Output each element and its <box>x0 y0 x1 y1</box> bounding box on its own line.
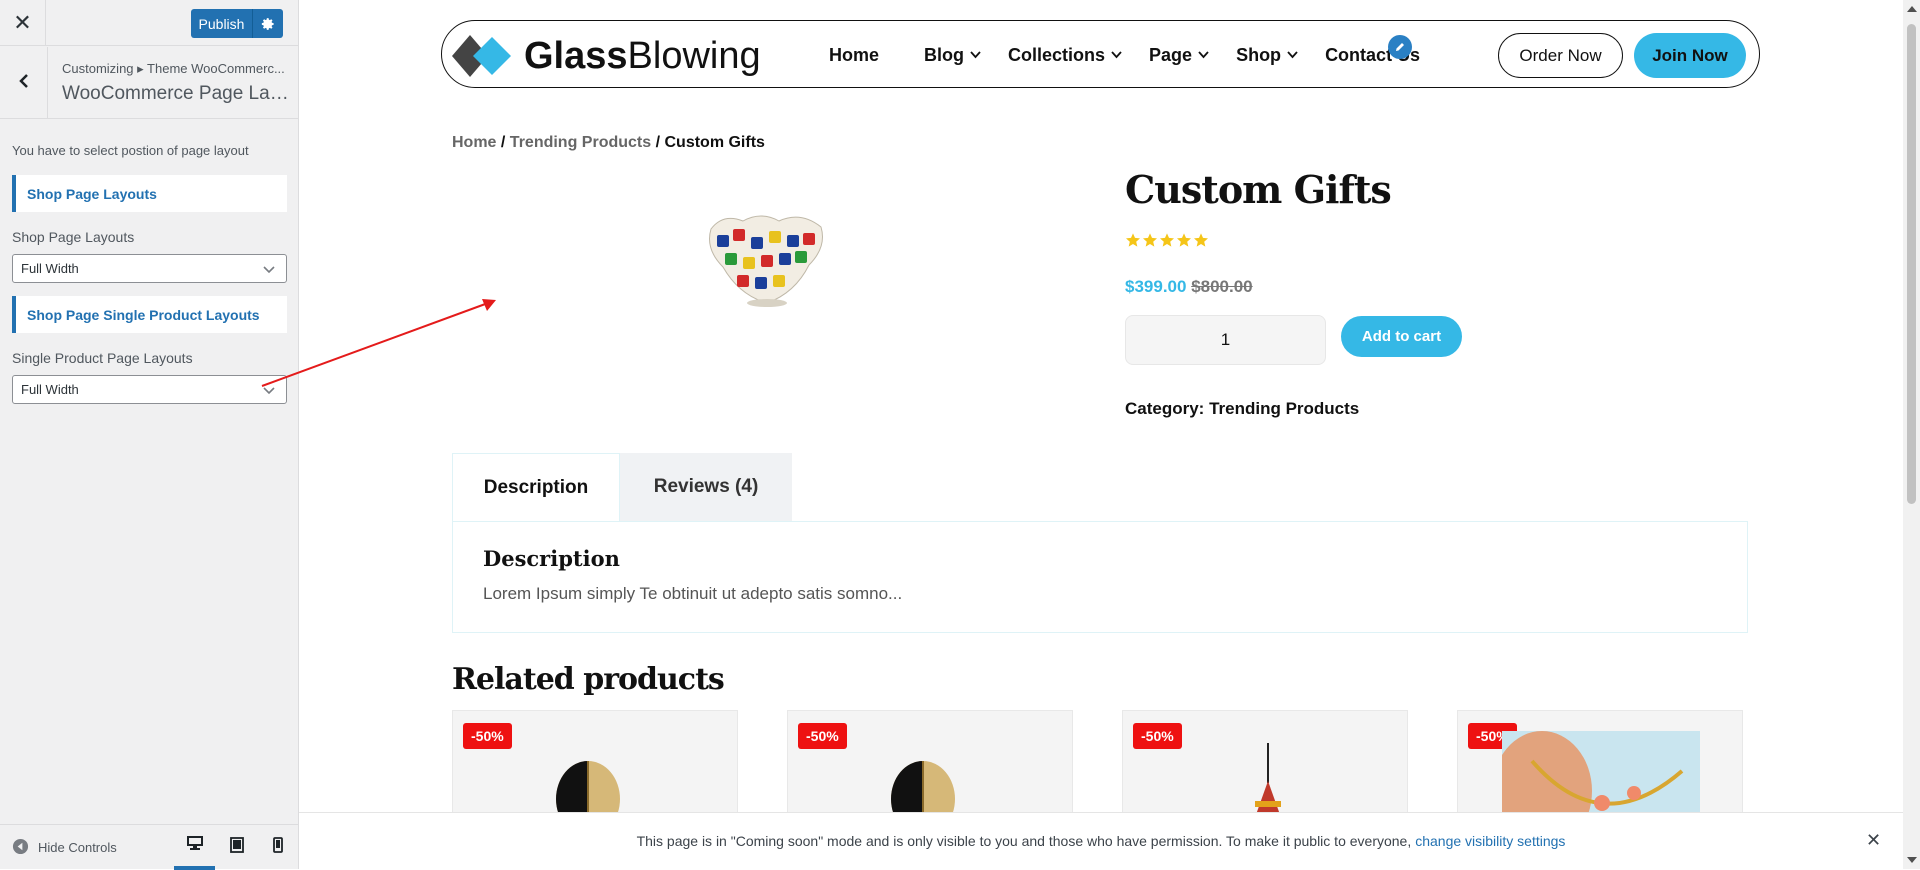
notice-text: This page is in "Coming soon" mode and i… <box>636 833 1412 849</box>
chevron-down-icon <box>1287 51 1298 59</box>
single-layout-value: Full Width <box>21 382 79 397</box>
site-header: GlassBlowing Home Blog Collections Page … <box>441 20 1760 88</box>
tablet-preview-button[interactable] <box>216 825 257 870</box>
shop-layouts-label: Shop Page Layouts <box>12 229 135 245</box>
sale-badge: -50% <box>1133 723 1182 749</box>
star-icon <box>1177 233 1191 247</box>
site-preview: GlassBlowing Home Blog Collections Page … <box>299 0 1920 869</box>
shop-layout-value: Full Width <box>21 261 79 276</box>
chevron-down-icon <box>262 383 276 400</box>
related-products-title: Related products <box>452 662 725 697</box>
single-layouts-label: Single Product Page Layouts <box>12 350 193 366</box>
customizer-header: ✕ Publish <box>0 0 298 46</box>
sale-badge: -50% <box>463 723 512 749</box>
publish-label[interactable]: Publish <box>191 9 253 38</box>
scroll-down-icon[interactable] <box>1907 857 1917 863</box>
tablet-icon <box>229 837 244 858</box>
hide-controls-button[interactable]: Hide Controls <box>12 825 117 870</box>
close-icon[interactable]: ✕ <box>1866 830 1881 851</box>
nav-home[interactable]: Home <box>829 45 879 66</box>
single-layouts-heading: Shop Page Single Product Layouts <box>12 296 287 333</box>
customizer-breadcrumb: Customizing ▸ Theme WooCommerc... <box>62 61 285 76</box>
add-to-cart-button[interactable]: Add to cart <box>1341 316 1462 357</box>
description-text: Lorem Ipsum simply Te obtinuit ut adepto… <box>483 584 903 603</box>
pencil-icon <box>1396 43 1404 51</box>
close-customizer-button[interactable]: ✕ <box>0 0 46 46</box>
single-layout-select[interactable]: Full Width <box>12 375 287 404</box>
sale-price: $399.00 <box>1125 277 1187 296</box>
site-logo[interactable]: GlassBlowing <box>452 33 761 79</box>
nav-page[interactable]: Page <box>1149 45 1209 66</box>
star-rating[interactable] <box>1125 232 1209 248</box>
product-category[interactable]: Category: Trending Products <box>1125 399 1359 419</box>
desktop-icon <box>186 835 204 856</box>
chevron-left-icon <box>18 73 30 94</box>
section-header: Customizing ▸ Theme WooCommerc... WooCom… <box>0 47 298 119</box>
sale-badge: -50% <box>798 723 847 749</box>
shop-layout-select[interactable]: Full Width <box>12 254 287 283</box>
gear-icon[interactable] <box>253 9 283 38</box>
product-tabs: Description Reviews (4) <box>452 453 792 521</box>
coming-soon-notice: This page is in "Coming soon" mode and i… <box>299 812 1903 869</box>
product-title: Custom Gifts <box>1125 167 1392 212</box>
tab-reviews[interactable]: Reviews (4) <box>620 453 792 521</box>
order-now-button[interactable]: Order Now <box>1498 33 1623 78</box>
tab-description[interactable]: Description <box>452 453 620 521</box>
breadcrumb-separator: / <box>496 134 510 151</box>
breadcrumb-separator: / <box>651 134 665 151</box>
breadcrumb-trending[interactable]: Trending Products <box>510 134 651 151</box>
shop-layouts-heading: Shop Page Layouts <box>12 175 287 212</box>
join-now-button[interactable]: Join Now <box>1634 33 1746 78</box>
regular-price: $800.00 <box>1191 277 1253 296</box>
visibility-settings-link[interactable]: change visibility settings <box>1415 833 1565 849</box>
breadcrumb-home[interactable]: Home <box>452 134 496 151</box>
preview-scrollbar[interactable] <box>1903 0 1920 869</box>
product-price: $399.00 $800.00 <box>1125 277 1253 297</box>
edit-shortcut-button[interactable] <box>1388 35 1412 59</box>
mobile-icon <box>272 837 283 858</box>
chevron-down-icon <box>262 262 276 279</box>
logo-text: GlassBlowing <box>524 34 761 77</box>
logo-icon <box>452 35 511 77</box>
nav-collections[interactable]: Collections <box>1008 45 1122 66</box>
back-button[interactable] <box>0 47 48 119</box>
description-heading: Description <box>483 546 620 571</box>
customizer-footer: Hide Controls <box>0 824 298 870</box>
collapse-icon <box>12 838 29 858</box>
breadcrumb: Home / Trending Products / Custom Gifts <box>452 134 765 152</box>
section-title: WooCommerce Page Lay... <box>62 83 290 104</box>
section-description: You have to select postion of page layou… <box>12 143 249 158</box>
main-navigation: Home Blog Collections Page Shop Contact … <box>829 21 1447 89</box>
chevron-down-icon <box>1111 51 1122 59</box>
star-icon <box>1160 233 1174 247</box>
hide-controls-label: Hide Controls <box>38 840 117 855</box>
desktop-preview-button[interactable] <box>174 825 215 870</box>
product-image[interactable] <box>703 207 829 314</box>
breadcrumb-current: Custom Gifts <box>664 134 765 151</box>
chevron-down-icon <box>970 51 981 59</box>
publish-button[interactable]: Publish <box>191 9 283 38</box>
close-icon: ✕ <box>13 10 32 35</box>
scroll-thumb[interactable] <box>1907 24 1916 504</box>
star-icon <box>1194 233 1208 247</box>
nav-blog[interactable]: Blog <box>924 45 981 66</box>
description-panel: Description Lorem Ipsum simply Te obtinu… <box>452 521 1748 633</box>
star-icon <box>1126 233 1140 247</box>
chevron-down-icon <box>1198 51 1209 59</box>
customizer-sidebar: ✕ Publish Customizing ▸ Theme WooCommerc… <box>0 0 299 870</box>
scroll-up-icon[interactable] <box>1907 6 1917 12</box>
mobile-preview-button[interactable] <box>257 825 298 870</box>
nav-shop[interactable]: Shop <box>1236 45 1298 66</box>
quantity-input[interactable]: 1 <box>1125 315 1326 365</box>
star-icon <box>1143 233 1157 247</box>
